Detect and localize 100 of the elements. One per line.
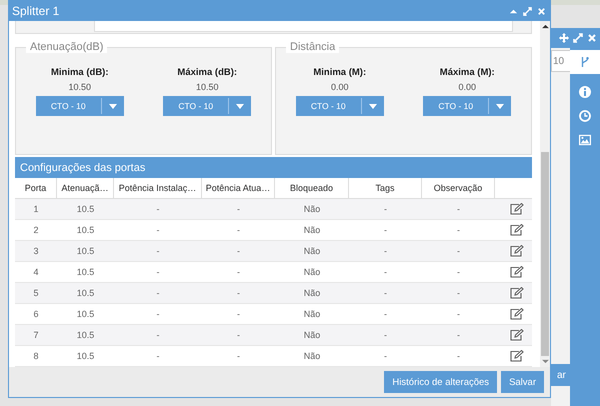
column-header[interactable]: Bloqueado [275, 178, 349, 198]
table-cell-text: - [383, 266, 388, 279]
table-cell-text: - [156, 350, 160, 363]
table-cell-text: - [383, 329, 388, 342]
table-cell-text: 10.5 [76, 287, 96, 300]
column-header[interactable]: Tags [349, 178, 422, 198]
expand-icon[interactable] [523, 6, 532, 16]
table-cell-text: - [383, 245, 388, 258]
field-label: Máxima (dB): [177, 67, 238, 78]
table-cell-text: - [383, 224, 388, 237]
info-icon[interactable] [579, 86, 591, 98]
table-cell-text: 4 [32, 266, 40, 279]
table-cell-text: - [236, 308, 241, 321]
table-cell-text: - [236, 287, 241, 300]
caret-down-icon[interactable] [108, 104, 117, 108]
dropdown-label: CTO - 10 [437, 101, 474, 111]
table-cell-text: 5 [32, 287, 40, 300]
group-legend: Atenuação(dB) [26, 41, 108, 53]
dropdown-button[interactable]: CTO - 10 [423, 96, 512, 116]
table-cell-text: - [383, 308, 388, 321]
table-cell-text: 10.5 [76, 329, 96, 342]
table-cell-text: - [456, 266, 461, 279]
window-title: Splitter 1 [12, 4, 60, 18]
table-cell-text: - [156, 245, 160, 258]
table-cell-text: Não [302, 287, 322, 300]
expand-icon[interactable] [573, 33, 583, 43]
table-cell-text: - [236, 245, 241, 258]
column-header[interactable]: Potência Atua… [202, 178, 275, 198]
table-cell-text: - [156, 266, 160, 279]
table-cell-text: Não [302, 224, 322, 237]
scroll-down-icon[interactable] [542, 359, 548, 364]
table-cell-text: 10.5 [76, 224, 96, 237]
edit-icon[interactable] [510, 350, 524, 362]
table-cell-text: - [456, 329, 461, 342]
clock-icon[interactable] [579, 110, 591, 122]
table-cell-text: - [236, 350, 241, 363]
edit-icon[interactable] [510, 308, 524, 320]
table-cell-text: - [456, 224, 461, 237]
dropdown-label: CTO - 10 [310, 101, 347, 111]
table-cell-text: 2 [32, 224, 40, 237]
table-cell-text: - [156, 224, 160, 237]
table-cell-text: - [236, 329, 241, 342]
column-header[interactable]: Porta [15, 178, 57, 198]
table-cell-text: - [156, 203, 160, 216]
table-cell-text: 10.5 [76, 203, 96, 216]
footer-button[interactable]: Salvar [501, 371, 544, 393]
dropdown-button[interactable]: CTO - 10 [163, 96, 252, 116]
button[interactable]: ar [551, 364, 570, 386]
column-header[interactable]: Potência Instalaç… [114, 178, 202, 198]
move-icon[interactable] [559, 33, 569, 43]
table-cell-text: Não [302, 245, 322, 258]
table-cell-text: - [156, 287, 160, 300]
scrollbar[interactable] [540, 21, 550, 367]
edit-icon[interactable] [510, 329, 524, 341]
table-cell-text: 8 [32, 350, 40, 363]
table-cell-text: - [156, 329, 160, 342]
field-value: 10.50 [68, 82, 92, 92]
table-cell-text: - [383, 287, 388, 300]
table-cell-text: - [456, 287, 461, 300]
scroll-up-icon[interactable] [542, 24, 548, 29]
field-value: 0.00 [458, 82, 476, 92]
input-field[interactable]: 10 [551, 50, 570, 72]
image-icon[interactable] [579, 134, 591, 146]
table-cell-text: 10.5 [76, 245, 96, 258]
edit-icon[interactable] [510, 224, 524, 236]
caret-down-icon[interactable] [368, 104, 377, 108]
edit-icon[interactable] [510, 245, 524, 257]
close-icon[interactable] [587, 33, 597, 43]
caret-down-icon[interactable] [236, 104, 244, 108]
table-cell-text: - [456, 245, 461, 258]
caret-down-icon[interactable] [496, 104, 504, 108]
edit-icon[interactable] [510, 287, 524, 299]
table-cell-text: 1 [32, 203, 40, 216]
table-cell-text: - [236, 203, 241, 216]
table-cell-text: 10.5 [76, 308, 96, 321]
table-cell-text: 10.5 [76, 266, 96, 279]
table-cell-text: 7 [32, 329, 40, 342]
column-header[interactable]: Observação [422, 178, 495, 198]
edit-icon[interactable] [510, 266, 524, 278]
dropdown-label: CTO - 10 [177, 101, 214, 111]
footer-button[interactable]: Histórico de alterações [384, 371, 498, 393]
dropdown-button[interactable]: CTO - 10 [296, 96, 384, 116]
table-cell-text: Não [302, 266, 322, 279]
dropdown-button[interactable]: CTO - 10 [36, 96, 124, 116]
field-value: 0.00 [330, 82, 349, 92]
table-cell-text: - [383, 203, 388, 216]
field-label: Máxima (M): [440, 67, 495, 78]
table-cell-text: Não [302, 329, 322, 342]
dropdown-label: CTO - 10 [50, 101, 87, 111]
table-cell-text: - [456, 308, 461, 321]
table-cell-text: Não [302, 308, 322, 321]
table-cell-text: - [383, 350, 388, 363]
branch-icon[interactable] [580, 56, 590, 68]
table-cell-text: - [456, 203, 461, 216]
section-header: Configurações das portas [15, 157, 532, 178]
column-header[interactable]: Atenuaçã… [57, 178, 114, 198]
edit-icon[interactable] [510, 203, 524, 215]
close-icon[interactable] [537, 6, 546, 16]
field-label: Minima (M): [313, 67, 366, 78]
field-label: Minima (dB): [50, 67, 109, 78]
